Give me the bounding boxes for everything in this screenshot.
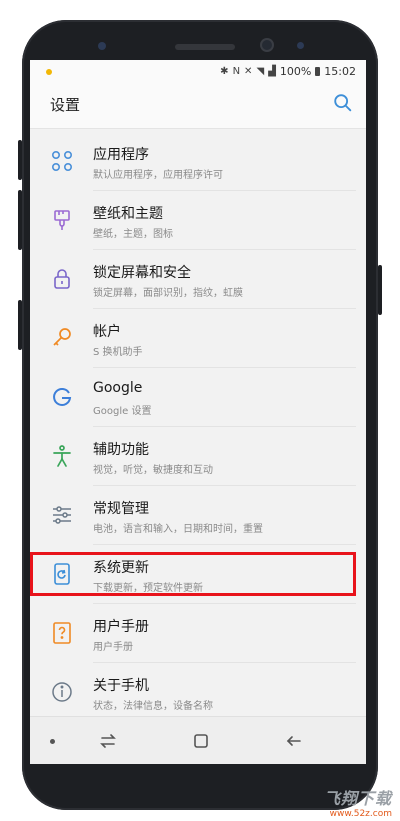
notification-dot	[46, 69, 52, 75]
bixby-button	[18, 300, 22, 350]
screen: ✱ N ✕ ◥ ▟ 100% 15:02 设置 应用程序 默认应用程序，应用程序…	[30, 60, 366, 764]
watermark-url: www.52z.com	[329, 809, 392, 819]
settings-item-subtitle: 壁纸，主题，图标	[93, 229, 173, 240]
volume-down-button	[18, 190, 22, 250]
sensor	[98, 42, 106, 50]
settings-item-subtitle: 用户手册	[93, 642, 133, 653]
settings-list: 应用程序 默认应用程序，应用程序许可 壁纸和主题 壁纸，主题，图标 锁定屏幕和安…	[30, 132, 366, 722]
front-camera	[262, 40, 272, 50]
volume-up-button	[18, 140, 22, 180]
bluetooth-icon: ✱	[220, 65, 229, 77]
battery-icon	[315, 67, 321, 76]
settings-item-about-phone[interactable]: 关于手机 状态，法律信息，设备名称	[30, 663, 366, 722]
power-button	[378, 265, 382, 315]
settings-item-title: 常规管理	[93, 501, 149, 517]
recent-apps-icon[interactable]	[98, 731, 118, 751]
iris-sensor	[297, 42, 304, 49]
settings-item-general-management[interactable]: 常规管理 电池，语言和输入，日期和时间，重置	[30, 486, 366, 545]
watermark: 飞翔下载 www.52z.com	[324, 785, 392, 819]
settings-item-wallpaper-themes[interactable]: 壁纸和主题 壁纸，主题，图标	[30, 191, 366, 250]
settings-item-subtitle: 电池，语言和输入，日期和时间，重置	[93, 524, 263, 535]
info-icon	[52, 682, 72, 702]
settings-item-title: 壁纸和主题	[93, 206, 163, 222]
back-icon[interactable]	[284, 731, 304, 751]
user-manual-icon	[53, 622, 71, 644]
mute-icon: ✕	[244, 65, 253, 77]
settings-item-subtitle: 视觉，听觉，敏捷度和互动	[93, 465, 213, 476]
settings-item-title: 用户手册	[93, 619, 149, 635]
accessibility-icon	[53, 445, 71, 467]
sliders-icon	[53, 506, 71, 524]
navigation-bar	[30, 716, 366, 764]
signal-icon: ▟	[268, 65, 276, 77]
status-bar: ✱ N ✕ ◥ ▟ 100% 15:02	[30, 60, 366, 84]
settings-item-subtitle: 默认应用程序，应用程序许可	[93, 170, 223, 181]
settings-item-subtitle: 锁定屏幕，面部识别，指纹，虹膜	[93, 288, 243, 299]
watermark-title: 飞翔下载	[323, 789, 392, 808]
nav-dot-icon	[50, 739, 55, 744]
lock-icon	[54, 269, 70, 289]
google-icon	[53, 388, 72, 406]
settings-item-apps[interactable]: 应用程序 默认应用程序，应用程序许可	[30, 132, 366, 191]
battery-percent: 100%	[279, 65, 312, 78]
settings-item-title: 锁定屏幕和安全	[93, 265, 191, 281]
settings-item-title: 关于手机	[93, 678, 149, 694]
home-icon[interactable]	[191, 731, 211, 751]
settings-item-subtitle: Google 设置	[93, 406, 152, 417]
settings-item-lock-screen-security[interactable]: 锁定屏幕和安全 锁定屏幕，面部识别，指纹，虹膜	[30, 250, 366, 309]
nfc-icon: N	[232, 65, 241, 77]
settings-item-accessibility[interactable]: 辅助功能 视觉，听觉，敏捷度和互动	[30, 427, 366, 486]
settings-item-subtitle: S 换机助手	[93, 347, 143, 358]
settings-item-title: 应用程序	[93, 147, 149, 163]
apps-grid-icon	[51, 150, 73, 172]
page-title: 设置	[50, 96, 81, 114]
paintbrush-icon	[54, 210, 70, 230]
settings-item-subtitle: 状态，法律信息，设备名称	[93, 701, 213, 712]
settings-item-title: Google	[93, 380, 143, 396]
wifi-icon: ◥	[256, 65, 265, 77]
settings-item-title: 辅助功能	[93, 442, 149, 458]
settings-item-user-manual[interactable]: 用户手册 用户手册	[30, 604, 366, 663]
highlight-box	[30, 552, 356, 596]
settings-item-accounts[interactable]: 帐户 S 换机助手	[30, 309, 366, 368]
search-icon[interactable]	[332, 92, 354, 114]
settings-item-title: 帐户	[93, 324, 121, 340]
earpiece-speaker	[175, 44, 235, 50]
clock: 15:02	[324, 65, 356, 78]
key-icon	[53, 328, 71, 346]
settings-header: 设置	[30, 84, 366, 129]
settings-item-google[interactable]: Google Google 设置	[30, 368, 366, 427]
